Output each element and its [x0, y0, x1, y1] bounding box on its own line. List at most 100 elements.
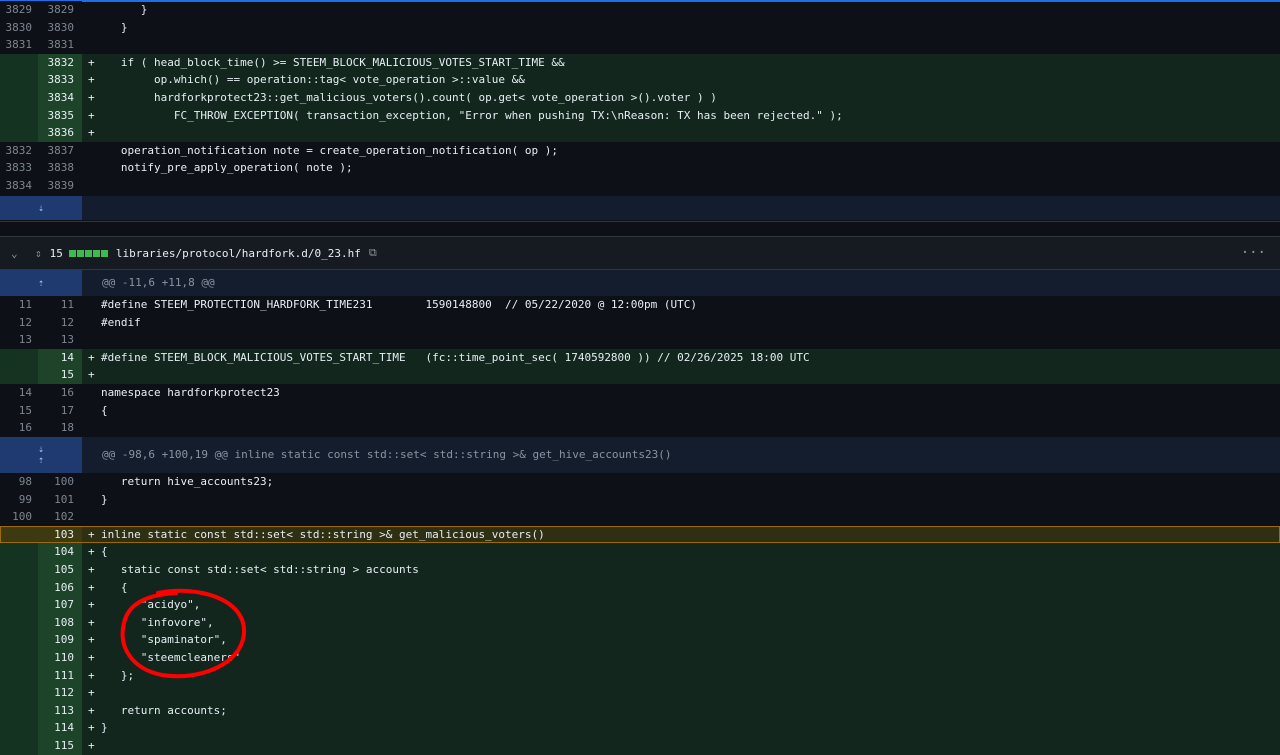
expand-both-button[interactable]: ⇣ ⇡ — [0, 437, 82, 473]
old-line-number[interactable]: 13 — [0, 331, 38, 349]
code-line: namespace hardforkprotect23 — [101, 385, 280, 399]
old-line-number[interactable] — [0, 701, 38, 720]
new-line-number[interactable]: 102 — [38, 508, 82, 526]
new-line-number[interactable]: 16 — [38, 383, 82, 402]
new-line-number[interactable]: 12 — [38, 313, 82, 332]
new-line-number[interactable]: 15 — [38, 366, 82, 384]
change-count: 15 — [49, 246, 63, 260]
expand-up-icon: ⇡ — [37, 277, 45, 289]
old-line-number[interactable]: 3830 — [0, 18, 38, 37]
new-line-number[interactable]: 17 — [38, 401, 82, 420]
old-line-number[interactable]: 11 — [0, 296, 38, 314]
old-line-number[interactable] — [0, 525, 38, 544]
new-line-number[interactable]: 114 — [38, 719, 82, 737]
old-line-number[interactable] — [0, 366, 38, 384]
old-line-number[interactable]: 3829 — [0, 1, 38, 19]
old-line-number[interactable]: 99 — [0, 490, 38, 509]
diff-row: 11 11 #define STEEM_PROTECTION_HARDFORK_TI… — [0, 296, 1280, 314]
new-line-number[interactable]: 105 — [38, 560, 82, 579]
old-line-number[interactable]: 98 — [0, 473, 38, 491]
new-line-number[interactable]: 111 — [38, 666, 82, 685]
new-line-number[interactable]: 100 — [38, 473, 82, 491]
new-line-number[interactable]: 3830 — [38, 18, 82, 37]
new-line-number[interactable]: 106 — [38, 578, 82, 597]
code-line: return accounts; — [101, 701, 1280, 720]
diff-marker: + — [82, 560, 101, 579]
diff-row: 16 18 — [0, 419, 1280, 437]
new-line-number[interactable]: 14 — [38, 348, 82, 367]
old-line-number[interactable] — [0, 684, 38, 702]
old-line-number[interactable] — [0, 560, 38, 579]
new-line-number[interactable]: 18 — [38, 419, 82, 437]
old-line-number[interactable] — [0, 736, 38, 755]
old-line-number[interactable] — [0, 719, 38, 737]
new-line-number[interactable]: 11 — [38, 296, 82, 314]
diffstat-bars — [68, 249, 108, 257]
old-line-number[interactable] — [0, 648, 38, 667]
old-line-number[interactable]: 12 — [0, 313, 38, 332]
new-line-number[interactable]: 109 — [38, 631, 82, 649]
diff-marker: + — [82, 525, 101, 544]
new-line-number[interactable]: 110 — [38, 648, 82, 667]
diff-marker: + — [82, 543, 101, 561]
diff-row: 107 + "acidyo", — [0, 596, 1280, 614]
diff-marker: + — [82, 578, 101, 597]
new-line-number[interactable]: 115 — [38, 736, 82, 755]
new-line-number[interactable]: 3832 — [38, 53, 82, 72]
new-line-number[interactable]: 112 — [38, 684, 82, 702]
expand-down-icon: ⇣ — [37, 202, 45, 214]
old-line-number[interactable] — [0, 596, 38, 614]
new-line-number[interactable]: 3833 — [38, 71, 82, 89]
diff-row: 13 13 — [0, 331, 1280, 349]
old-line-number[interactable] — [0, 543, 38, 561]
new-line-number[interactable]: 3837 — [38, 141, 82, 160]
new-line-number[interactable]: 3829 — [38, 1, 82, 19]
old-line-number[interactable] — [0, 631, 38, 649]
new-line-number[interactable]: 13 — [38, 331, 82, 349]
old-line-number[interactable]: 3833 — [0, 159, 38, 177]
new-line-number[interactable]: 3839 — [38, 176, 82, 195]
new-line-number[interactable]: 104 — [38, 543, 82, 561]
code-line: static const std::set< std::string > acc… — [101, 560, 1280, 579]
file-path[interactable]: libraries/protocol/hardfork.d/0_23.hf — [116, 247, 361, 260]
new-line-number[interactable]: 3834 — [38, 88, 82, 107]
diff-row: 3830 3830 } — [0, 18, 1280, 37]
new-line-number[interactable]: 3835 — [38, 106, 82, 125]
old-line-number[interactable] — [0, 348, 38, 367]
new-line-number[interactable]: 113 — [38, 701, 82, 720]
old-line-number[interactable]: 3834 — [0, 176, 38, 195]
diff-marker — [82, 473, 101, 491]
new-line-number[interactable]: 108 — [38, 613, 82, 632]
old-line-number[interactable]: 100 — [0, 508, 38, 526]
old-line-number[interactable] — [0, 71, 38, 89]
new-line-number[interactable]: 103 — [38, 525, 82, 544]
diff-marker — [82, 296, 101, 314]
diff-row: 3831 3831 — [0, 36, 1280, 54]
old-line-number[interactable] — [0, 53, 38, 72]
new-line-number[interactable]: 101 — [38, 490, 82, 509]
new-line-number[interactable]: 3836 — [38, 124, 82, 142]
diff-marker: + — [82, 736, 101, 755]
old-line-number[interactable] — [0, 666, 38, 685]
old-line-number[interactable] — [0, 613, 38, 632]
old-line-number[interactable]: 15 — [0, 401, 38, 420]
diff-row: 12 12 #endif — [0, 313, 1280, 332]
old-line-number[interactable]: 16 — [0, 419, 38, 437]
old-line-number[interactable] — [0, 124, 38, 142]
expand-up-button[interactable]: ⇡ — [0, 270, 82, 296]
new-line-number[interactable]: 3838 — [38, 159, 82, 177]
chevron-down-icon[interactable]: ⌄ — [11, 247, 23, 260]
code-line: }; — [101, 666, 1280, 685]
old-line-number[interactable]: 3832 — [0, 141, 38, 160]
expand-down-button[interactable]: ⇣ — [0, 196, 82, 220]
old-line-number[interactable] — [0, 578, 38, 597]
new-line-number[interactable]: 107 — [38, 596, 82, 614]
old-line-number[interactable]: 3831 — [0, 36, 38, 54]
old-line-number[interactable] — [0, 106, 38, 125]
kebab-icon[interactable]: ··· — [1241, 245, 1266, 261]
old-line-number[interactable]: 14 — [0, 383, 38, 402]
old-line-number[interactable] — [0, 88, 38, 107]
copy-icon[interactable]: ⧉ — [369, 246, 377, 260]
new-line-number[interactable]: 3831 — [38, 36, 82, 54]
unfold-icon[interactable]: ⇕ — [35, 247, 42, 260]
